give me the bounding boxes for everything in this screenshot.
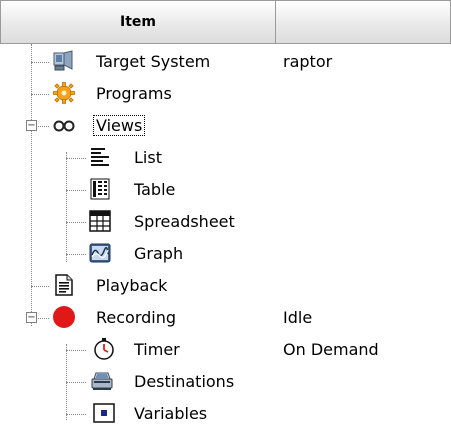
tree-item-programs[interactable]: Programs: [0, 78, 451, 110]
tree-item-label: Spreadsheet: [134, 212, 235, 231]
tree-item-value: Idle: [283, 308, 313, 327]
tree-item-value: On Demand: [283, 340, 379, 359]
tree-item-label: Recording: [96, 308, 177, 327]
spreadsheet-icon: [89, 210, 111, 232]
tree-item-list[interactable]: List: [0, 142, 451, 174]
tree-item-label: Target System: [96, 52, 211, 71]
tree-item-timer[interactable]: Timer On Demand: [0, 334, 451, 366]
tree-item-label: Programs: [96, 84, 172, 103]
document-icon: [55, 274, 73, 296]
tree-item-label: List: [134, 148, 162, 167]
value-column-header[interactable]: [275, 0, 451, 44]
tree-item-label: Graph: [134, 244, 184, 263]
tree-item-variables[interactable]: Variables: [0, 398, 451, 430]
tree-item-label: Destinations: [134, 372, 235, 391]
tree-item-spreadsheet[interactable]: Spreadsheet: [0, 206, 451, 238]
gear-icon: [53, 82, 75, 104]
record-icon: [53, 306, 75, 328]
tree-item-views[interactable]: − Views: [0, 110, 451, 142]
table-icon: [90, 178, 110, 200]
timer-icon: [94, 338, 114, 360]
tree-item-target-system[interactable]: Target System raptor: [0, 46, 451, 78]
item-column-header[interactable]: Item: [0, 0, 275, 44]
scanner-icon: [91, 372, 113, 390]
collapse-icon[interactable]: −: [26, 120, 37, 131]
variable-icon: [93, 403, 115, 423]
tree-view[interactable]: Target System raptor Programs − Views Li…: [0, 44, 451, 434]
collapse-icon[interactable]: −: [26, 312, 37, 323]
column-header: Item: [0, 0, 451, 44]
tree-item-recording[interactable]: − Recording Idle: [0, 302, 451, 334]
tree-item-graph[interactable]: Graph: [0, 238, 451, 270]
tree-item-destinations[interactable]: Destinations: [0, 366, 451, 398]
graph-icon: [89, 243, 111, 263]
tree-item-playback[interactable]: Playback: [0, 270, 451, 302]
glasses-icon: [53, 120, 75, 132]
list-icon: [91, 148, 109, 166]
tree-item-table[interactable]: Table: [0, 174, 451, 206]
tree-item-label: Playback: [96, 276, 168, 295]
tree-item-label: Variables: [134, 404, 208, 423]
computer-icon: [53, 50, 73, 71]
tree-item-label: Timer: [134, 340, 180, 359]
tree-item-value: raptor: [283, 52, 333, 71]
tree-item-label: Views: [92, 115, 146, 136]
tree-item-label: Table: [134, 180, 176, 199]
